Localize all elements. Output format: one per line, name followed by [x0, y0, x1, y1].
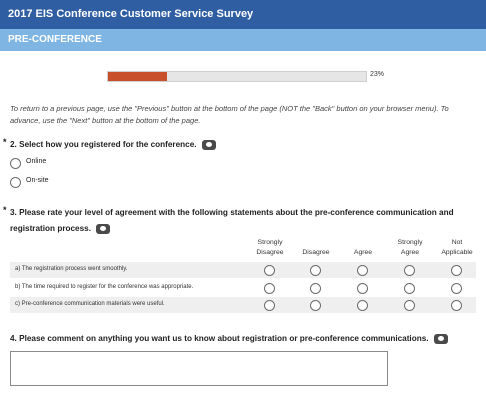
- radio-c-not-applicable[interactable]: [451, 300, 462, 311]
- column-header-not-applicable: Not Applicable: [441, 239, 473, 256]
- question-3: 3. Please rate your level of agreement w…: [10, 205, 480, 237]
- radio-a-strongly-disagree[interactable]: [264, 265, 275, 276]
- comment-icon[interactable]: [433, 333, 448, 344]
- required-marker: *: [3, 137, 7, 147]
- survey-header: 2017 EIS Conference Customer Service Sur…: [0, 0, 486, 29]
- radio-a-agree[interactable]: [357, 265, 368, 276]
- radio-c-agree[interactable]: [357, 300, 368, 311]
- radio-b-strongly-agree[interactable]: [404, 283, 415, 294]
- radio-b-not-applicable[interactable]: [451, 283, 462, 294]
- progress-fill: [108, 72, 168, 81]
- comment-textarea[interactable]: [10, 351, 388, 386]
- question-2-title: 2. Select how you registered for the con…: [10, 140, 197, 149]
- radio-a-not-applicable[interactable]: [451, 265, 462, 276]
- survey-title: 2017 EIS Conference Customer Service Sur…: [8, 8, 254, 20]
- radio-b-disagree[interactable]: [310, 283, 321, 294]
- radio-b-agree[interactable]: [357, 283, 368, 294]
- section-title: PRE-CONFERENCE: [8, 34, 102, 45]
- option-online-label: Online: [26, 158, 47, 165]
- option-on-site-label: On-site: [26, 177, 49, 184]
- row-label: a) The registration process went smoothl…: [15, 266, 128, 272]
- question-3-title-line1: 3. Please rate your level of agreement w…: [10, 208, 454, 217]
- comment-icon[interactable]: [201, 139, 216, 150]
- progress-bar: [107, 71, 367, 82]
- progress-label: 23%: [370, 71, 385, 78]
- radio-c-disagree[interactable]: [310, 300, 321, 311]
- row-label: c) Pre-conference communication material…: [15, 301, 165, 307]
- radio-c-strongly-agree[interactable]: [404, 300, 415, 311]
- radio-online[interactable]: [10, 158, 21, 169]
- radio-c-strongly-disagree[interactable]: [264, 300, 275, 311]
- radio-a-strongly-agree[interactable]: [404, 265, 415, 276]
- question-4: 4. Please comment on anything you want u…: [10, 331, 486, 347]
- question-4-title: 4. Please comment on anything you want u…: [10, 334, 429, 343]
- section-header: PRE-CONFERENCE: [0, 29, 486, 51]
- radio-a-disagree[interactable]: [310, 265, 321, 276]
- radio-b-strongly-disagree[interactable]: [264, 283, 275, 294]
- comment-icon[interactable]: [96, 223, 111, 234]
- question-3-title-line2: registration process.: [10, 224, 91, 233]
- question-2: 2. Select how you registered for the con…: [10, 137, 216, 153]
- navigation-instructions: To return to a previous page, use the "P…: [10, 104, 449, 125]
- required-marker: *: [3, 205, 7, 215]
- row-label: b) The time required to register for the…: [15, 284, 194, 290]
- radio-on-site[interactable]: [10, 177, 21, 188]
